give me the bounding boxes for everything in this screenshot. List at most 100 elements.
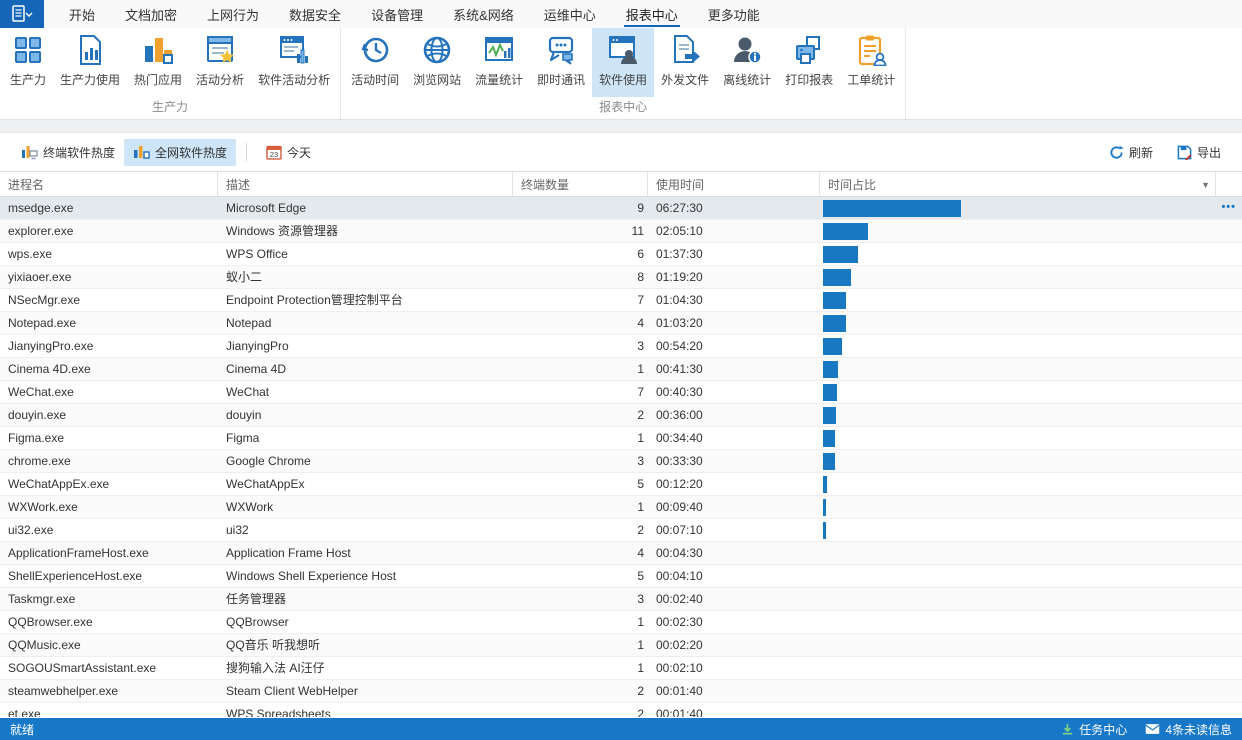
ribbon-item-工单统计[interactable]: 工单统计	[840, 28, 902, 97]
table-row[interactable]: Cinema 4D.exeCinema 4D100:41:30	[0, 358, 1242, 381]
usage-time: 00:02:30	[648, 611, 820, 633]
column-filter-dropdown-icon[interactable]: ▼	[1201, 180, 1210, 190]
ribbon-item-软件使用[interactable]: 软件使用	[592, 28, 654, 97]
usage-time: 00:09:40	[648, 496, 820, 518]
terminal-software-heat-button[interactable]: 终端软件热度	[12, 139, 124, 166]
terminal-count: 6	[513, 243, 648, 265]
ribbon-item-label: 软件使用	[599, 71, 647, 88]
ribbon-item-离线统计[interactable]: 离线统计	[716, 28, 778, 97]
process-description: WXWork	[218, 496, 513, 518]
table-row[interactable]: QQBrowser.exeQQBrowser100:02:30	[0, 611, 1242, 634]
process-name: msedge.exe	[0, 197, 218, 219]
refresh-icon	[1109, 145, 1124, 160]
ribbon-item-软件活动分析[interactable]: 软件活动分析	[251, 28, 337, 97]
process-name: yixiaoer.exe	[0, 266, 218, 288]
table-row[interactable]: chrome.exeGoogle Chrome300:33:30	[0, 450, 1242, 473]
usage-time: 00:12:20	[648, 473, 820, 495]
table-row[interactable]: NSecMgr.exeEndpoint Protection管理控制平台701:…	[0, 289, 1242, 312]
table-row[interactable]: Figma.exeFigma100:34:40	[0, 427, 1242, 450]
table-row[interactable]: douyin.exedouyin200:36:00	[0, 404, 1242, 427]
process-description: WeChatAppEx	[218, 473, 513, 495]
unread-messages-button[interactable]: 4条未读信息	[1145, 721, 1232, 738]
table-row[interactable]: ApplicationFrameHost.exeApplication Fram…	[0, 542, 1242, 565]
table-row[interactable]: Taskmgr.exe任务管理器300:02:40	[0, 588, 1242, 611]
table-row[interactable]: SOGOUSmartAssistant.exe搜狗输入法 AI汪仔100:02:…	[0, 657, 1242, 680]
usage-time: 01:37:30	[648, 243, 820, 265]
network-software-heat-button[interactable]: 全网软件热度	[124, 139, 236, 166]
column-header-description[interactable]: 描述	[218, 172, 513, 196]
header-end-separator	[1215, 172, 1216, 196]
usage-bar	[823, 430, 835, 447]
menu-tab-运维中心[interactable]: 运维中心	[529, 0, 611, 28]
ribbon-item-label: 活动分析	[196, 71, 244, 88]
column-header-time-ratio[interactable]: 时间占比 ▼	[820, 172, 1242, 196]
table-row[interactable]: yixiaoer.exe蚁小二801:19:20	[0, 266, 1242, 289]
usage-time: 00:01:40	[648, 703, 820, 717]
date-range-today-button[interactable]: 23 今天	[257, 139, 320, 166]
table-row[interactable]: WeChatAppEx.exeWeChatAppEx500:12:20	[0, 473, 1242, 496]
ribbon-item-生产力使用[interactable]: 生产力使用	[53, 28, 127, 97]
table-row[interactable]: steamwebhelper.exeSteam Client WebHelper…	[0, 680, 1242, 703]
column-header-terminal-count[interactable]: 终端数量	[513, 172, 648, 196]
table-row[interactable]: WeChat.exeWeChat700:40:30	[0, 381, 1242, 404]
unread-messages-label: 4条未读信息	[1165, 721, 1232, 738]
table-header: 进程名 描述 终端数量 使用时间 时间占比 ▼	[0, 171, 1242, 197]
usage-time: 00:07:10	[648, 519, 820, 541]
ribbon-item-活动时间[interactable]: 活动时间	[344, 28, 406, 97]
app-menu-button[interactable]	[0, 0, 44, 28]
usage-time: 02:05:10	[648, 220, 820, 242]
export-button[interactable]: 导出	[1168, 139, 1230, 166]
menu-tab-设备管理[interactable]: 设备管理	[356, 0, 438, 28]
time-ratio-cell	[820, 588, 1242, 610]
menu-tab-系统&网络[interactable]: 系统&网络	[438, 0, 529, 28]
process-name: Taskmgr.exe	[0, 588, 218, 610]
ribbon-item-label: 离线统计	[723, 71, 771, 88]
export-save-icon	[1177, 145, 1192, 160]
ribbon-item-生产力[interactable]: 生产力	[3, 28, 53, 97]
ribbon-item-label: 生产力	[10, 71, 46, 88]
menu-tab-数据安全[interactable]: 数据安全	[274, 0, 356, 28]
task-center-button[interactable]: 任务中心	[1061, 721, 1127, 738]
network-software-heat-label: 全网软件热度	[155, 144, 227, 161]
terminal-count: 2	[513, 703, 648, 717]
table-row[interactable]: QQMusic.exeQQ音乐 听我想听100:02:20	[0, 634, 1242, 657]
terminal-chart-icon	[21, 144, 38, 160]
table-row[interactable]: WXWork.exeWXWork100:09:40	[0, 496, 1242, 519]
ribbon-item-label: 生产力使用	[60, 71, 120, 88]
ribbon-item-外发文件[interactable]: 外发文件	[654, 28, 716, 97]
table-row[interactable]: wps.exeWPS Office601:37:30	[0, 243, 1242, 266]
calendar-icon: 23	[266, 144, 282, 160]
usage-bar	[823, 407, 836, 424]
time-ratio-cell	[820, 404, 1242, 426]
column-header-process[interactable]: 进程名	[0, 172, 218, 196]
time-ratio-cell	[820, 473, 1242, 495]
usage-bar	[823, 453, 835, 470]
menu-tab-更多功能[interactable]: 更多功能	[693, 0, 775, 28]
process-name: explorer.exe	[0, 220, 218, 242]
refresh-button[interactable]: 刷新	[1100, 139, 1162, 166]
menu-tab-开始[interactable]: 开始	[54, 0, 110, 28]
ribbon-item-流量统计[interactable]: 流量统计	[468, 28, 530, 97]
ribbon-item-浏览网站[interactable]: 浏览网站	[406, 28, 468, 97]
process-description: QQBrowser	[218, 611, 513, 633]
usage-time: 00:01:40	[648, 680, 820, 702]
table-row[interactable]: msedge.exeMicrosoft Edge906:27:30•••	[0, 197, 1242, 220]
column-header-usage-time[interactable]: 使用时间	[648, 172, 820, 196]
ribbon-item-即时通讯[interactable]: 即时通讯	[530, 28, 592, 97]
menu-tab-上网行为[interactable]: 上网行为	[192, 0, 274, 28]
menu-tab-文档加密[interactable]: 文档加密	[110, 0, 192, 28]
ribbon-item-打印报表[interactable]: 打印报表	[778, 28, 840, 97]
process-name: Cinema 4D.exe	[0, 358, 218, 380]
table-row[interactable]: Notepad.exeNotepad401:03:20	[0, 312, 1242, 335]
ribbon-item-活动分析[interactable]: 活动分析	[189, 28, 251, 97]
table-row[interactable]: explorer.exeWindows 资源管理器1102:05:10	[0, 220, 1242, 243]
table-row[interactable]: et.exeWPS Spreadsheets200:01:40	[0, 703, 1242, 717]
time-ratio-cell	[820, 335, 1242, 357]
row-actions-dots-icon[interactable]: •••	[1221, 197, 1236, 218]
table-row[interactable]: ui32.exeui32200:07:10	[0, 519, 1242, 542]
table-row[interactable]: ShellExperienceHost.exeWindows Shell Exp…	[0, 565, 1242, 588]
menu-tab-报表中心[interactable]: 报表中心	[611, 0, 693, 28]
ribbon-item-热门应用[interactable]: 热门应用	[127, 28, 189, 97]
table-row[interactable]: JianyingPro.exeJianyingPro300:54:20	[0, 335, 1242, 358]
globe-icon	[420, 33, 454, 67]
